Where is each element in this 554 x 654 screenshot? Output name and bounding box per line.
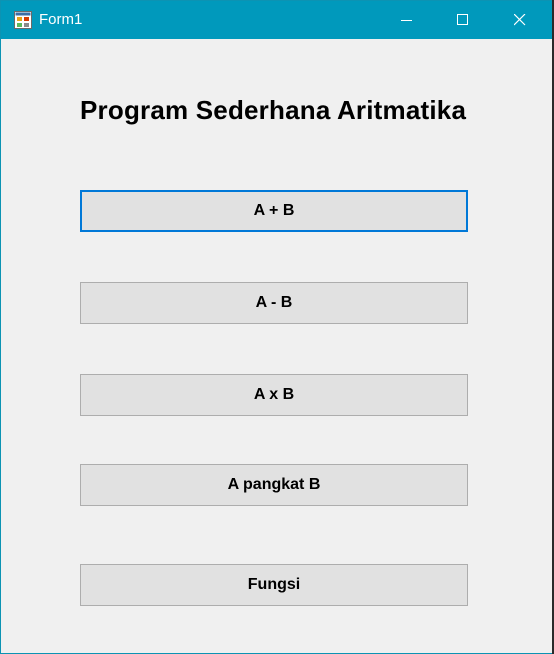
maximize-button[interactable] [440,1,486,39]
function-button[interactable]: Fungsi [80,564,468,606]
window-title: Form1 [39,11,83,28]
form1-window: Form1 Program Sederhana Aritmatika A + B… [0,0,554,654]
winforms-app-icon [14,11,32,29]
multiply-button[interactable]: A x B [80,374,468,416]
form-client-area: Program Sederhana Aritmatika A + B A - B… [1,39,553,653]
add-button[interactable]: A + B [80,190,468,232]
power-button[interactable]: A pangkat B [80,464,468,506]
subtract-button[interactable]: A - B [80,282,468,324]
title-bar[interactable]: Form1 [1,1,553,39]
minimize-button[interactable] [384,1,430,39]
form-heading: Program Sederhana Aritmatika [80,95,467,125]
close-button[interactable] [497,1,543,39]
